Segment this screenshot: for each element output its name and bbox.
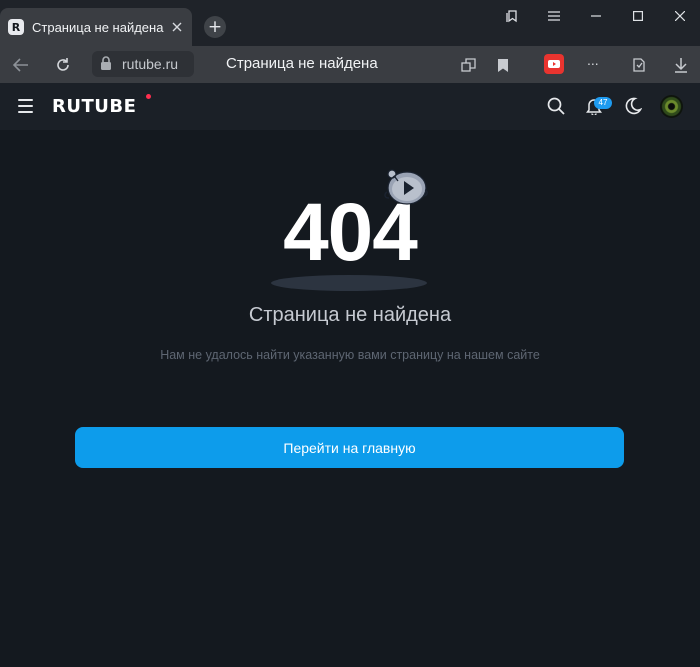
bookmark-icon[interactable] [492, 54, 514, 76]
mascot-play-icon [383, 166, 429, 206]
new-tab-button[interactable]: + [204, 16, 226, 38]
copy-tabs-icon[interactable] [457, 54, 479, 76]
close-window-button[interactable] [660, 0, 700, 32]
go-home-button[interactable]: Перейти на главную [75, 427, 624, 468]
tab-close-icon[interactable] [168, 18, 186, 36]
error-title: Страница не найдена [248, 304, 452, 326]
address-page-title: Страница не найдена [226, 55, 378, 72]
download-icon[interactable] [670, 54, 692, 76]
dark-mode-moon-icon[interactable] [622, 95, 644, 117]
back-arrow-icon[interactable] [10, 54, 32, 76]
user-avatar[interactable] [660, 95, 683, 118]
hamburger-menu-icon[interactable] [18, 99, 33, 113]
url-text: rutube.ru [122, 56, 179, 72]
tab-title: Страница не найдена [32, 19, 164, 35]
browser-tab[interactable]: R Страница не найдена [0, 8, 192, 46]
address-bar: rutube.ru Страница не найдена ... [0, 46, 700, 83]
menu-icon[interactable] [534, 0, 574, 32]
search-icon[interactable] [545, 95, 567, 117]
extensions-more-button[interactable]: ... [587, 52, 599, 68]
rutube-logo[interactable]: RUTUBE [52, 96, 136, 117]
url-field[interactable]: rutube.ru [92, 51, 194, 77]
maximize-button[interactable] [618, 0, 658, 32]
youtube-extension-icon[interactable] [544, 54, 564, 74]
logo-dot [146, 94, 151, 99]
minimize-button[interactable] [576, 0, 616, 32]
reload-icon[interactable] [52, 54, 74, 76]
rutube-favicon-icon: R [8, 19, 24, 35]
tab-collections-icon[interactable] [492, 0, 532, 32]
reader-mode-icon[interactable] [628, 54, 650, 76]
notifications-count-badge: 47 [594, 97, 612, 109]
lock-icon [100, 56, 112, 75]
browser-tab-bar: R Страница не найдена + [0, 0, 700, 46]
error-subtitle: Нам не удалось найти указанную вами стра… [160, 348, 540, 362]
